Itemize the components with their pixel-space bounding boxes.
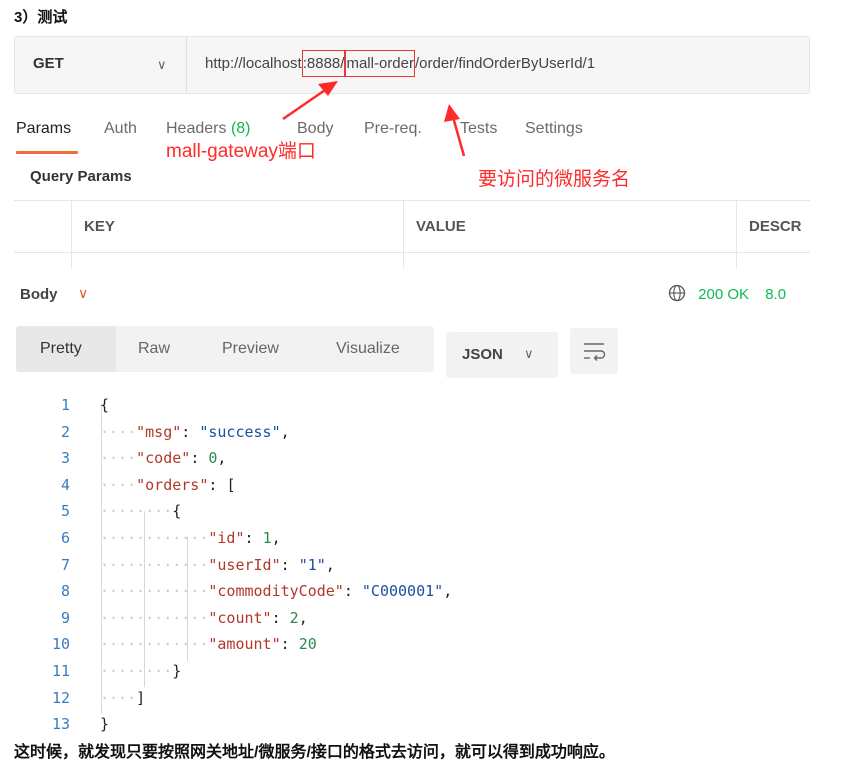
arrow-to-port <box>282 81 338 121</box>
json-key: "count" <box>208 608 272 627</box>
whitespace-dots: ···· <box>100 422 137 441</box>
code-line: ····] <box>100 688 146 707</box>
whitespace-dots: ···· <box>100 688 137 707</box>
caption: 这时候，就发现只要按照网关地址/微服务/接口的格式去访问，就可以得到成功响应。 <box>14 744 615 761</box>
whitespace-dots: ···· <box>100 449 137 468</box>
response-body-label[interactable]: Body <box>20 286 58 303</box>
code-line: ············"userId": "1", <box>100 555 335 574</box>
format-label: JSON <box>462 346 503 363</box>
column-key: KEY <box>84 218 115 235</box>
json-key: "code" <box>136 449 191 468</box>
json-key: "userId" <box>208 555 281 574</box>
table-divider <box>403 201 404 269</box>
json-key: "orders" <box>136 475 209 494</box>
response-status: 200 OK 8.0 <box>668 284 786 303</box>
json-key: "id" <box>208 529 245 547</box>
json-key: "commodityCode" <box>208 582 344 601</box>
line-number: 8 <box>60 582 70 601</box>
line-number: 9 <box>60 608 70 627</box>
line-number: 4 <box>60 475 70 494</box>
code-line: } <box>100 715 110 734</box>
line-number: 7 <box>60 555 70 574</box>
annotation-port: mall-gateway端口 <box>166 141 316 162</box>
code-line: ············"commodityCode": "C000001", <box>100 582 453 601</box>
json-value: "C000001" <box>361 582 444 601</box>
code-line: { <box>100 396 110 414</box>
line-number: 2 <box>60 422 70 441</box>
table-divider <box>736 201 737 269</box>
line-number: 6 <box>60 529 70 547</box>
json-value: 1 <box>262 529 272 547</box>
line-number: 10 <box>51 635 70 654</box>
view-preview[interactable]: Preview <box>222 340 279 358</box>
wrap-lines-button[interactable] <box>570 328 618 374</box>
view-visualize[interactable]: Visualize <box>336 340 400 358</box>
json-key: "amount" <box>208 635 281 654</box>
table-divider <box>71 201 72 269</box>
code-line: ········{ <box>100 502 182 521</box>
code-line: ········} <box>100 662 182 680</box>
query-params-title: Query Params <box>30 168 132 185</box>
status-code: 200 OK <box>698 286 750 303</box>
json-value: "1" <box>298 555 326 574</box>
wrap-icon <box>584 343 606 361</box>
json-key: "msg" <box>136 422 182 441</box>
response-time: 8.0 <box>765 286 787 303</box>
whitespace-dots: ········ <box>100 662 173 680</box>
params-table: KEY VALUE DESCR <box>14 200 810 269</box>
code-line: ····"orders": [ <box>100 475 236 494</box>
json-value: 20 <box>298 635 317 654</box>
params-table-header <box>14 201 810 253</box>
code-line: ····"msg": "success", <box>100 422 290 441</box>
whitespace-dots: ············ <box>100 555 209 574</box>
code-line: ····"code": 0, <box>100 449 227 468</box>
column-value: VALUE <box>416 218 466 235</box>
format-select[interactable]: JSON ∨ <box>446 332 558 378</box>
chevron-down-icon: ∨ <box>524 346 534 361</box>
whitespace-dots: ············ <box>100 582 209 601</box>
line-number: 12 <box>51 688 70 707</box>
code-line: ············"id": 1, <box>100 529 281 547</box>
line-number: 1 <box>60 396 70 414</box>
view-mode-switcher: Pretty Raw Preview Visualize <box>16 326 434 372</box>
json-value: [ <box>226 475 236 494</box>
json-value: "success" <box>199 422 281 441</box>
annotation-service: 要访问的微服务名 <box>478 169 631 190</box>
whitespace-dots: ········ <box>100 502 173 521</box>
whitespace-dots: ············ <box>100 529 209 547</box>
line-number: 11 <box>51 662 70 680</box>
whitespace-dots: ············ <box>100 608 209 627</box>
json-value: 2 <box>289 608 299 627</box>
json-value: 0 <box>208 449 218 468</box>
code-line: ············"amount": 20 <box>100 635 317 654</box>
arrow-to-service <box>444 104 466 157</box>
line-number: 3 <box>60 449 70 468</box>
whitespace-dots: ···· <box>100 475 137 494</box>
whitespace-dots: ············ <box>100 635 209 654</box>
line-number: 5 <box>60 502 70 521</box>
code-line: ············"count": 2, <box>100 608 308 627</box>
globe-icon[interactable] <box>668 284 686 302</box>
view-pretty[interactable]: Pretty <box>40 340 82 358</box>
view-raw[interactable]: Raw <box>138 340 170 358</box>
chevron-down-icon[interactable]: ∨ <box>78 285 88 302</box>
line-number: 13 <box>51 715 70 734</box>
column-description: DESCR <box>749 218 802 235</box>
